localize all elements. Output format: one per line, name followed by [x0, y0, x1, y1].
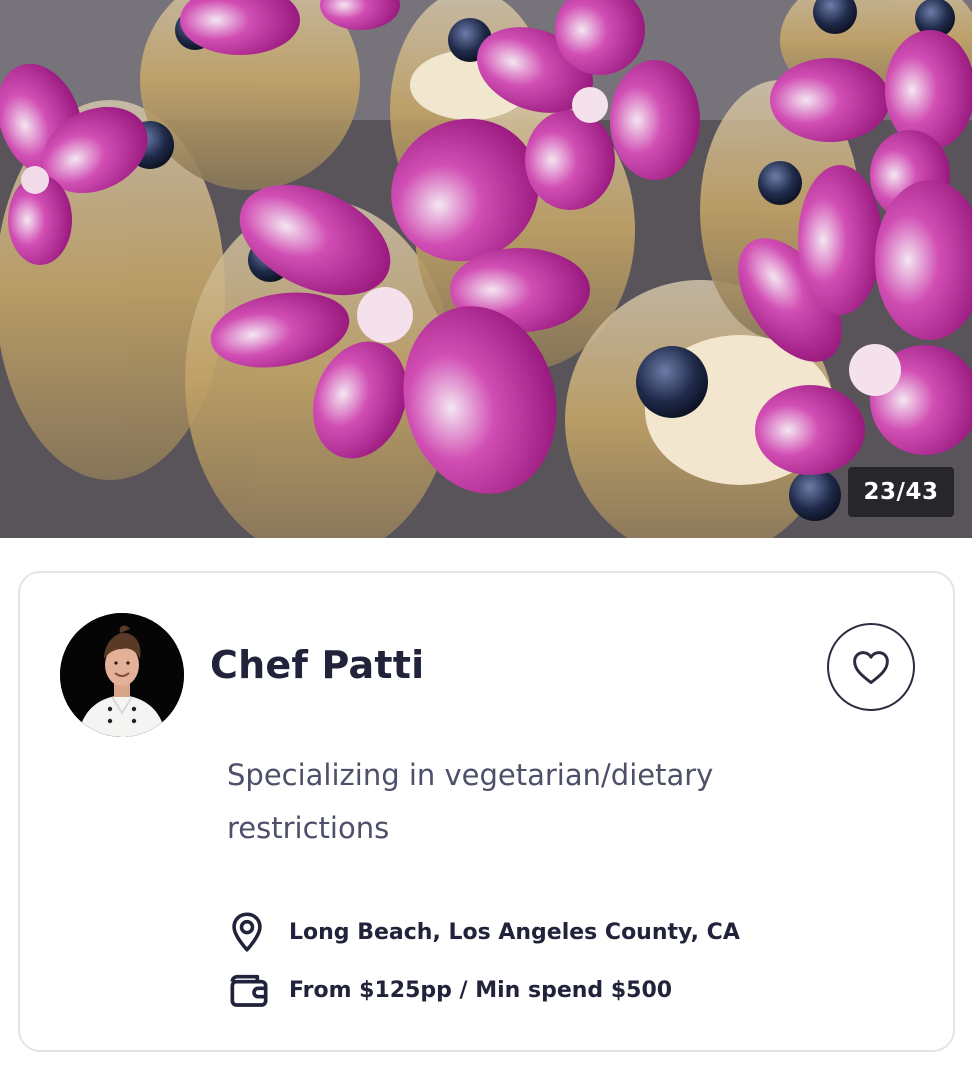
location-row: Long Beach, Los Angeles County, CA	[227, 910, 740, 954]
location-text: Long Beach, Los Angeles County, CA	[289, 919, 740, 945]
pricing-text: From $125pp / Min spend $500	[289, 977, 673, 1003]
chef-name[interactable]: Chef Patti	[210, 643, 424, 687]
chef-tagline: Specializing in vegetarian/dietary restr…	[227, 758, 714, 845]
favorite-button[interactable]	[827, 623, 915, 711]
wallet-icon	[227, 968, 271, 1012]
chef-portrait-icon	[60, 613, 184, 737]
chef-avatar	[60, 613, 184, 737]
gallery-photo	[0, 0, 972, 538]
gallery-counter: 23/43	[848, 467, 954, 517]
hero-gallery[interactable]: 23/43	[0, 0, 972, 538]
pricing-row: From $125pp / Min spend $500	[227, 968, 672, 1012]
location-pin-icon	[227, 910, 271, 954]
chef-card[interactable]: Chef Patti Specializing in vegetarian/di…	[18, 571, 955, 1052]
heart-icon	[853, 651, 889, 685]
